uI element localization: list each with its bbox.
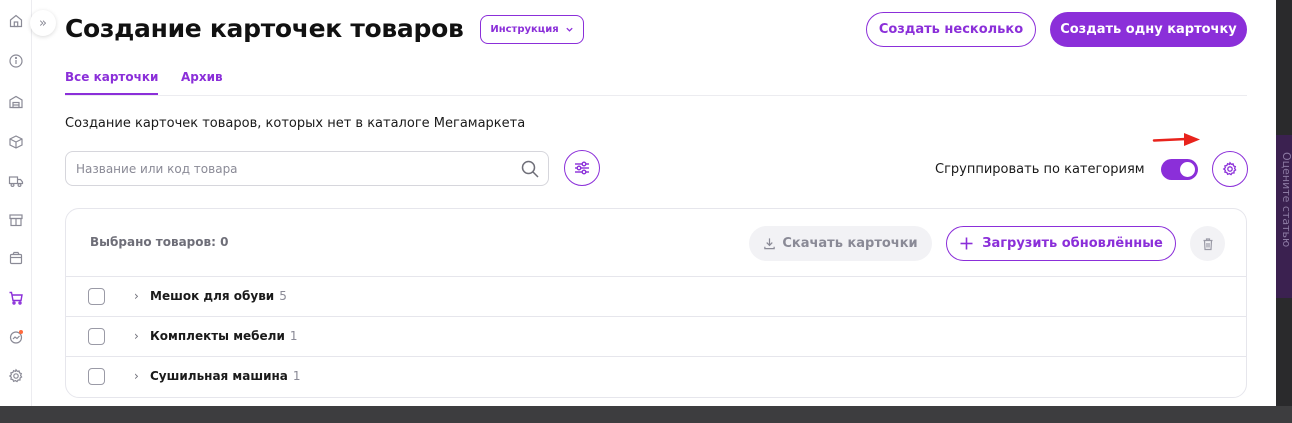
cart-icon[interactable] [8,290,24,306]
package-icon[interactable] [8,250,24,266]
page-subtitle: Создание карточек товаров, которых нет в… [65,116,526,131]
category-row[interactable]: › Сушильная машина 1 [66,357,1246,397]
trash-icon [1203,237,1212,250]
annotation-arrow-icon [1152,133,1200,146]
group-by-category-toggle[interactable] [1161,159,1198,180]
shop-icon[interactable] [8,212,24,228]
chevron-right-icon[interactable]: › [134,329,139,343]
analytics-icon[interactable] [8,329,24,345]
chevron-down-icon [566,27,573,32]
gear-icon [1222,161,1237,176]
table-toolbar: Выбрано товаров: 0 Скачать карточки Загр… [66,209,1246,277]
expand-sidebar-button[interactable]: » [30,10,56,36]
upload-updated-button[interactable]: Загрузить обновлённые [946,226,1176,261]
row-checkbox[interactable] [88,288,105,305]
truck-icon[interactable] [8,173,24,189]
selected-count-label: Выбрано товаров: 0 [90,235,229,249]
category-name: Мешок для обуви 5 [150,289,287,303]
search-field[interactable] [65,151,549,186]
instruction-label: Инструкция [490,24,559,35]
category-name: Сушильная машина 1 [150,369,301,383]
category-row[interactable]: › Комплекты мебели 1 [66,317,1246,357]
plus-icon [960,237,973,250]
row-checkbox[interactable] [88,328,105,345]
chevron-right-icon[interactable]: › [134,289,139,303]
search-icon[interactable] [520,159,540,179]
page-title: Создание карточек товаров [65,14,464,43]
tab-archive[interactable]: Архив [181,70,223,93]
row-checkbox[interactable] [88,368,105,385]
download-icon [764,238,776,250]
sidebar [0,0,32,406]
settings-icon[interactable] [8,368,24,384]
upload-updated-label: Загрузить обновлённые [982,236,1163,251]
tabs-divider [65,95,1247,96]
feedback-side-tab-label[interactable]: Оцените статью [1280,152,1292,247]
warehouse-icon[interactable] [8,94,24,110]
category-name: Комплекты мебели 1 [150,329,298,343]
toggle-knob [1180,162,1195,177]
category-count: 1 [292,369,301,383]
download-cards-button[interactable]: Скачать карточки [749,226,932,261]
chevron-right-icon[interactable]: › [134,369,139,383]
tab-all-cards[interactable]: Все карточки [65,70,159,95]
category-count: 1 [289,329,298,343]
info-icon[interactable] [8,53,24,69]
delete-button[interactable] [1190,226,1225,261]
products-table: Выбрано товаров: 0 Скачать карточки Загр… [65,208,1247,398]
download-cards-label: Скачать карточки [782,236,918,251]
filter-sliders-icon [575,161,589,175]
search-input[interactable] [76,152,506,185]
category-row[interactable]: › Мешок для обуви 5 [66,277,1246,317]
table-settings-button[interactable] [1212,151,1248,187]
filter-button[interactable] [564,150,600,186]
group-by-category-label: Сгруппировать по категориям [935,162,1145,177]
double-chevron-right-icon: » [39,15,47,31]
create-one-card-button[interactable]: Создать одну карточку [1050,12,1247,47]
box-icon[interactable] [8,134,24,150]
category-count: 5 [279,289,287,303]
create-several-button[interactable]: Создать несколько [866,12,1036,47]
instruction-dropdown[interactable]: Инструкция [480,15,584,44]
home-icon[interactable] [8,13,24,29]
app-window: » Создание карточек товаров Инструкция С… [0,0,1276,406]
